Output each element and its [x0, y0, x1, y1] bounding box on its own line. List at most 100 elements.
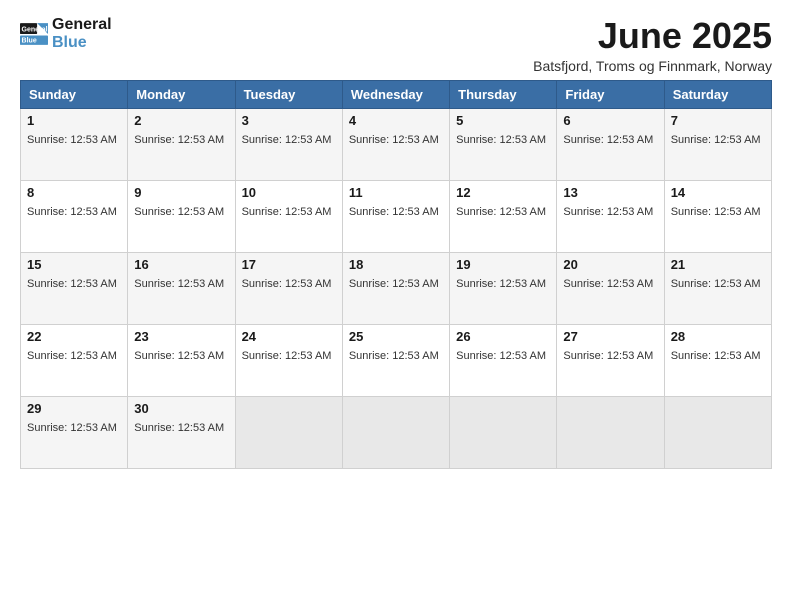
- day-number: 27: [563, 329, 657, 344]
- sunrise-time: Sunrise: 12:53 AM: [349, 278, 439, 290]
- sunrise-time: Sunrise: 12:53 AM: [134, 278, 224, 290]
- sunrise-time: Sunrise: 12:53 AM: [242, 278, 332, 290]
- calendar-week-row: 15Sunrise: 12:53 AM16Sunrise: 12:53 AM17…: [21, 252, 772, 324]
- day-number: 24: [242, 329, 336, 344]
- calendar-cell: 20 Sunrise: 12:53 AM: [557, 252, 664, 324]
- calendar-cell: 3 Sunrise: 12:53 AM: [235, 108, 342, 180]
- day-number: 23: [134, 329, 228, 344]
- col-tuesday: Tuesday: [235, 80, 342, 108]
- calendar-cell: 9 Sunrise: 12:53 AM: [128, 180, 235, 252]
- calendar-cell: 13 Sunrise: 12:53 AM: [557, 180, 664, 252]
- sunrise-time: Sunrise: 12:53 AM: [242, 134, 332, 146]
- sunrise-time: Sunrise: 12:53 AM: [242, 350, 332, 362]
- day-number: 7: [671, 113, 765, 128]
- calendar-cell: 25 Sunrise: 12:53 AM: [342, 324, 449, 396]
- calendar-cell: [450, 396, 557, 468]
- sunrise-time: Sunrise: 12:53 AM: [134, 134, 224, 146]
- calendar-cell: 5 Sunrise: 12:53 AM: [450, 108, 557, 180]
- calendar-cell: 1Sunrise: 12:53 AM: [21, 108, 128, 180]
- sunrise-time: Sunrise: 12:53 AM: [563, 350, 653, 362]
- sunrise-time: Sunrise: 12:53 AM: [563, 206, 653, 218]
- day-number: 13: [563, 185, 657, 200]
- day-number: 10: [242, 185, 336, 200]
- col-monday: Monday: [128, 80, 235, 108]
- sunrise-time: Sunrise: 12:53 AM: [27, 206, 117, 218]
- calendar-cell: 14Sunrise: 12:53 AM: [664, 180, 771, 252]
- sunrise-time: Sunrise: 12:53 AM: [349, 134, 439, 146]
- sunrise-time: Sunrise: 12:53 AM: [349, 206, 439, 218]
- sunrise-time: Sunrise: 12:53 AM: [27, 350, 117, 362]
- day-number: 4: [349, 113, 443, 128]
- logo: General Blue General Blue: [20, 16, 112, 51]
- day-number: 11: [349, 185, 443, 200]
- calendar-cell: 10 Sunrise: 12:53 AM: [235, 180, 342, 252]
- day-number: 25: [349, 329, 443, 344]
- sunrise-time: Sunrise: 12:53 AM: [27, 134, 117, 146]
- sunrise-time: Sunrise: 12:53 AM: [671, 350, 761, 362]
- day-number: 15: [27, 257, 121, 272]
- day-number: 18: [349, 257, 443, 272]
- calendar-cell: 2Sunrise: 12:53 AM: [128, 108, 235, 180]
- calendar-cell: 15 Sunrise: 12:53 AM: [21, 252, 128, 324]
- svg-text:General: General: [22, 26, 48, 33]
- sunrise-time: Sunrise: 12:53 AM: [456, 350, 546, 362]
- col-sunday: Sunday: [21, 80, 128, 108]
- col-thursday: Thursday: [450, 80, 557, 108]
- day-number: 3: [242, 113, 336, 128]
- title-block: June 2025 Batsfjord, Troms og Finnmark, …: [533, 16, 772, 74]
- day-number: 28: [671, 329, 765, 344]
- day-number: 21: [671, 257, 765, 272]
- calendar-week-row: 1Sunrise: 12:53 AM2Sunrise: 12:53 AM 3 Sun…: [21, 108, 772, 180]
- sunrise-time: Sunrise: 12:53 AM: [456, 206, 546, 218]
- calendar-cell: [664, 396, 771, 468]
- calendar-cell: 21Sunrise: 12:53 AM: [664, 252, 771, 324]
- col-saturday: Saturday: [664, 80, 771, 108]
- day-number: 14: [671, 185, 765, 200]
- sunrise-time: Sunrise: 12:53 AM: [456, 278, 546, 290]
- day-number: 29: [27, 401, 121, 416]
- calendar-cell: 19 Sunrise: 12:53 AM: [450, 252, 557, 324]
- day-number: 17: [242, 257, 336, 272]
- calendar-cell: 12 Sunrise: 12:53 AM: [450, 180, 557, 252]
- sunrise-time: Sunrise: 12:53 AM: [671, 134, 761, 146]
- calendar-cell: 4 Sunrise: 12:53 AM: [342, 108, 449, 180]
- sunrise-time: Sunrise: 12:53 AM: [27, 278, 117, 290]
- day-number: 20: [563, 257, 657, 272]
- svg-text:Blue: Blue: [22, 37, 37, 44]
- sunrise-time: Sunrise: 12:53 AM: [563, 278, 653, 290]
- sunrise-time: Sunrise: 12:53 AM: [456, 134, 546, 146]
- sunrise-time: Sunrise: 12:53 AM: [242, 206, 332, 218]
- day-number: 6: [563, 113, 657, 128]
- logo-icon: General Blue: [20, 20, 48, 48]
- calendar-week-row: 8 Sunrise: 12:53 AM 9 Sunrise: 12:53 AM 10 Su…: [21, 180, 772, 252]
- col-wednesday: Wednesday: [342, 80, 449, 108]
- sunrise-time: Sunrise: 12:53 AM: [134, 350, 224, 362]
- logo-line1: General: [52, 16, 112, 34]
- day-number: 5: [456, 113, 550, 128]
- calendar-cell: 7 Sunrise: 12:53 AM: [664, 108, 771, 180]
- calendar-cell: 18 Sunrise: 12:53 AM: [342, 252, 449, 324]
- calendar-cell: [235, 396, 342, 468]
- calendar-cell: 22Sunrise: 12:53 AM: [21, 324, 128, 396]
- calendar-cell: 8 Sunrise: 12:53 AM: [21, 180, 128, 252]
- calendar-header-row: Sunday Monday Tuesday Wednesday Thursday…: [21, 80, 772, 108]
- calendar-cell: 6 Sunrise: 12:53 AM: [557, 108, 664, 180]
- calendar-cell: 27 Sunrise: 12:53 AM: [557, 324, 664, 396]
- sunrise-time: Sunrise: 12:53 AM: [349, 350, 439, 362]
- calendar-cell: 16Sunrise: 12:53 AM: [128, 252, 235, 324]
- calendar-page: General Blue General Blue June 2025 Bats…: [0, 0, 792, 612]
- calendar-cell: 11 Sunrise: 12:53 AM: [342, 180, 449, 252]
- day-number: 9: [134, 185, 228, 200]
- calendar-cell: 23 Sunrise: 12:53 AM: [128, 324, 235, 396]
- day-number: 19: [456, 257, 550, 272]
- day-number: 26: [456, 329, 550, 344]
- calendar-table: Sunday Monday Tuesday Wednesday Thursday…: [20, 80, 772, 469]
- sunrise-time: Sunrise: 12:53 AM: [134, 422, 224, 434]
- calendar-week-row: 29Sunrise: 12:53 AM30Sunrise: 12:53 AM: [21, 396, 772, 468]
- page-header: General Blue General Blue June 2025 Bats…: [20, 16, 772, 74]
- day-number: 12: [456, 185, 550, 200]
- day-number: 30: [134, 401, 228, 416]
- sunrise-time: Sunrise: 12:53 AM: [134, 206, 224, 218]
- sunrise-time: Sunrise: 12:53 AM: [563, 134, 653, 146]
- day-number: 8: [27, 185, 121, 200]
